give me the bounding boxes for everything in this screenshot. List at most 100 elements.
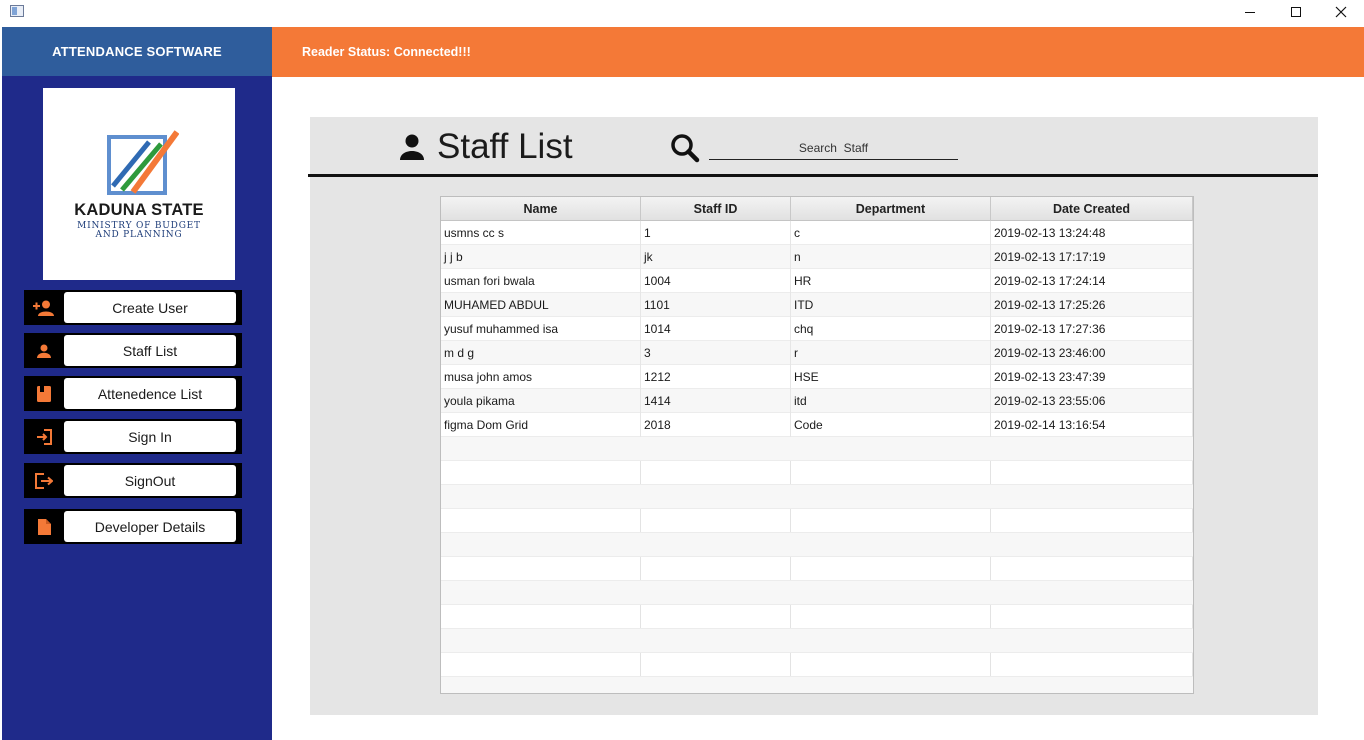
- attendance-list-button[interactable]: Attenedence List: [64, 378, 236, 409]
- table-cell: 2019-02-13 17:27:36: [991, 317, 1193, 341]
- table-row[interactable]: [441, 557, 1193, 581]
- title-bar: [0, 0, 1364, 27]
- table-cell: yusuf muhammed isa: [441, 317, 641, 341]
- table-cell: 2019-02-13 23:55:06: [991, 389, 1193, 413]
- table-cell: 1004: [641, 269, 791, 293]
- sidebar-item-create-user[interactable]: Create User: [24, 290, 242, 325]
- table-cell: r: [791, 341, 991, 365]
- table-cell: HR: [791, 269, 991, 293]
- table-row[interactable]: [441, 437, 1193, 461]
- logo-subtitle: AND PLANNING: [95, 230, 183, 240]
- user-icon: [24, 333, 64, 368]
- sidebar-item-developer-details[interactable]: Developer Details: [24, 509, 242, 544]
- close-icon: [1335, 6, 1347, 18]
- app-window: ATTENDANCE SOFTWARE KADUNA STATE MINISTR…: [0, 0, 1364, 740]
- table-cell: 3: [641, 341, 791, 365]
- table-cell: 2019-02-14 13:16:54: [991, 413, 1193, 437]
- page-title: Staff List: [437, 127, 573, 166]
- table-cell: musa john amos: [441, 365, 641, 389]
- table-cell: 2019-02-13 23:46:00: [991, 341, 1193, 365]
- status-bar: Reader Status: Connected!!!: [272, 27, 1364, 77]
- table-row[interactable]: [441, 533, 1193, 557]
- table-row[interactable]: [441, 677, 1193, 693]
- header-divider: [308, 174, 1318, 177]
- table-row[interactable]: [441, 581, 1193, 605]
- document-icon: [24, 509, 64, 544]
- column-header-name[interactable]: Name: [441, 197, 641, 221]
- table-cell: m d g: [441, 341, 641, 365]
- close-button[interactable]: [1318, 0, 1364, 24]
- table-cell: j j b: [441, 245, 641, 269]
- table-cell: Code: [791, 413, 991, 437]
- logo-title: KADUNA STATE: [74, 201, 204, 219]
- sign-in-icon: [24, 419, 64, 454]
- sidebar-item-staff-list[interactable]: Staff List: [24, 333, 242, 368]
- add-user-icon: [24, 290, 64, 325]
- logo-emblem-icon: [107, 130, 179, 195]
- column-header-date-created[interactable]: Date Created: [991, 197, 1193, 221]
- table-row[interactable]: [441, 461, 1193, 485]
- table-cell: 2019-02-13 17:17:19: [991, 245, 1193, 269]
- user-icon: [400, 134, 424, 160]
- table-body: usmns cc s 1 c 2019-02-13 13:24:48 j j b jk n 2…: [441, 221, 1193, 693]
- column-header-department[interactable]: Department: [791, 197, 991, 221]
- column-header-staff-id[interactable]: Staff ID: [641, 197, 791, 221]
- minimize-button[interactable]: [1227, 0, 1273, 24]
- maximize-icon: [1291, 7, 1301, 17]
- table-cell: youla pikama: [441, 389, 641, 413]
- table-cell: 1101: [641, 293, 791, 317]
- table-row[interactable]: j j b jk n 2019-02-13 17:17:19: [441, 245, 1193, 269]
- table-row[interactable]: usman fori bwala 1004 HR 2019-02-13 17:24:1…: [441, 269, 1193, 293]
- sidebar-header: ATTENDANCE SOFTWARE: [2, 27, 272, 76]
- sign-out-icon: [24, 463, 64, 498]
- table-cell: 1414: [641, 389, 791, 413]
- table-cell: figma Dom Grid: [441, 413, 641, 437]
- table-cell: chq: [791, 317, 991, 341]
- sign-out-button[interactable]: SignOut: [64, 465, 236, 496]
- minimize-icon: [1245, 11, 1255, 13]
- table-row[interactable]: [441, 485, 1193, 509]
- sidebar: ATTENDANCE SOFTWARE KADUNA STATE MINISTR…: [2, 27, 272, 740]
- sidebar-item-sign-out[interactable]: SignOut: [24, 463, 242, 498]
- table-cell: itd: [791, 389, 991, 413]
- table-cell: MUHAMED ABDUL: [441, 293, 641, 317]
- table-row[interactable]: [441, 653, 1193, 677]
- table-cell: 1: [641, 221, 791, 245]
- logo: KADUNA STATE MINISTRY OF BUDGET AND PLAN…: [43, 88, 235, 280]
- app-title: ATTENDANCE SOFTWARE: [52, 44, 222, 59]
- table-cell: 2019-02-13 17:24:14: [991, 269, 1193, 293]
- app-icon: [10, 5, 24, 17]
- table-row[interactable]: m d g 3 r 2019-02-13 23:46:00: [441, 341, 1193, 365]
- book-icon: [24, 376, 64, 411]
- table-header: Name Staff ID Department Date Created: [441, 197, 1193, 221]
- table-row[interactable]: musa john amos 1212 HSE 2019-02-13 23:47:39: [441, 365, 1193, 389]
- create-user-button[interactable]: Create User: [64, 292, 236, 323]
- table-row[interactable]: [441, 509, 1193, 533]
- sign-in-button[interactable]: Sign In: [64, 421, 236, 452]
- table-cell: ITD: [791, 293, 991, 317]
- table-cell: c: [791, 221, 991, 245]
- search-input[interactable]: [709, 136, 958, 160]
- search-icon[interactable]: [670, 133, 700, 163]
- table-row[interactable]: youla pikama 1414 itd 2019-02-13 23:55:06: [441, 389, 1193, 413]
- staff-table[interactable]: Name Staff ID Department Date Created us…: [440, 196, 1194, 694]
- table-cell: HSE: [791, 365, 991, 389]
- table-cell: 2019-02-13 23:47:39: [991, 365, 1193, 389]
- sidebar-item-attendance-list[interactable]: Attenedence List: [24, 376, 242, 411]
- staff-list-button[interactable]: Staff List: [64, 335, 236, 366]
- reader-status: Reader Status: Connected!!!: [302, 45, 471, 59]
- table-row[interactable]: MUHAMED ABDUL 1101 ITD 2019-02-13 17:25:26: [441, 293, 1193, 317]
- table-row[interactable]: yusuf muhammed isa 1014 chq 2019-02-13 17:2…: [441, 317, 1193, 341]
- table-cell: 2018: [641, 413, 791, 437]
- sidebar-item-sign-in[interactable]: Sign In: [24, 419, 242, 454]
- table-cell: n: [791, 245, 991, 269]
- table-cell: usmns cc s: [441, 221, 641, 245]
- table-cell: 1212: [641, 365, 791, 389]
- developer-details-button[interactable]: Developer Details: [64, 511, 236, 542]
- table-row[interactable]: [441, 629, 1193, 653]
- table-cell: 2019-02-13 13:24:48: [991, 221, 1193, 245]
- table-row[interactable]: [441, 605, 1193, 629]
- table-row[interactable]: usmns cc s 1 c 2019-02-13 13:24:48: [441, 221, 1193, 245]
- maximize-button[interactable]: [1273, 0, 1319, 24]
- table-row[interactable]: figma Dom Grid 2018 Code 2019-02-14 13:16:5…: [441, 413, 1193, 437]
